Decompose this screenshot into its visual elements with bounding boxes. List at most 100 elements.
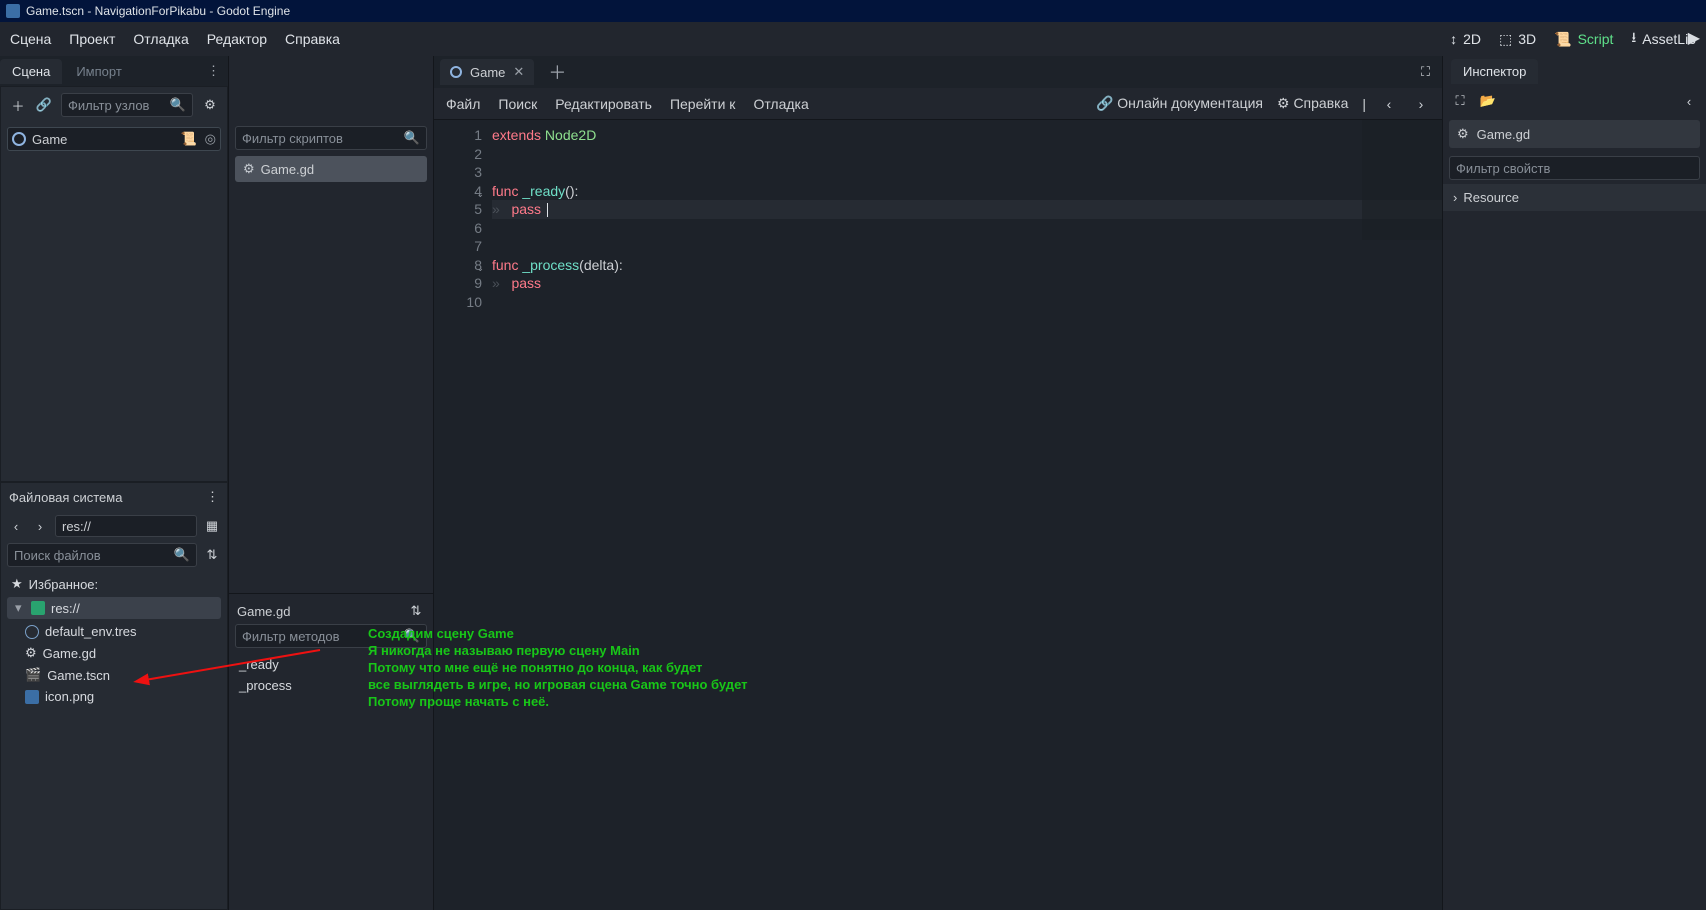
tab-scene[interactable]: Сцена: [0, 59, 62, 84]
script-list-item[interactable]: ⚙ Game.gd: [235, 156, 427, 182]
fullscreen-icon[interactable]: ⛶: [1421, 64, 1430, 80]
gear-icon: ⚙: [1277, 95, 1290, 111]
menu-help[interactable]: Справка: [285, 31, 340, 47]
cube-icon: ⬚: [1499, 31, 1512, 48]
nav-back-button[interactable]: ‹: [7, 517, 25, 535]
search-icon: 🔍: [174, 547, 190, 563]
filter-nodes-input[interactable]: Фильтр узлов 🔍: [61, 93, 193, 117]
workspace-3d[interactable]: ⬚3D: [1499, 31, 1536, 48]
open-icon[interactable]: 📂: [1479, 92, 1497, 110]
swap-icon: ↕: [1450, 31, 1457, 47]
sort-button[interactable]: ⇅: [203, 546, 221, 564]
node-label: Game: [32, 132, 67, 147]
expand-icon[interactable]: ⛶: [1451, 92, 1469, 110]
workspace-2d[interactable]: ↕2D: [1450, 31, 1481, 47]
history-back-button[interactable]: ‹: [1680, 92, 1698, 110]
filter-properties-placeholder: Фильтр свойств: [1456, 161, 1550, 176]
inspector-object[interactable]: ⚙ Game.gd: [1449, 120, 1700, 148]
gear-icon: ⚙: [243, 161, 255, 177]
code-editor[interactable]: 1234⌄5678⌄910 extends Node2Dfunc _ready(…: [434, 120, 1442, 910]
menu-project[interactable]: Проект: [69, 31, 115, 47]
menu-goto[interactable]: Перейти к: [670, 96, 736, 112]
menu-debug2[interactable]: Отладка: [753, 96, 808, 112]
node2d-icon: [450, 66, 462, 78]
scene-tab-game[interactable]: Game ✕: [440, 59, 534, 85]
file-icon-png[interactable]: icon.png: [3, 686, 225, 707]
menu-edit[interactable]: Редактировать: [555, 96, 652, 112]
visibility-icon[interactable]: ◎: [205, 131, 216, 147]
filter-methods-placeholder: Фильтр методов: [242, 629, 340, 644]
dock-menu-icon[interactable]: ⋮: [207, 63, 220, 79]
fs-menu-icon[interactable]: ⋮: [206, 489, 219, 505]
category-resource[interactable]: › Resource: [1443, 184, 1706, 211]
download-icon: ⭳: [1631, 27, 1636, 51]
node2d-icon: [12, 132, 26, 146]
menu-debug[interactable]: Отладка: [133, 31, 188, 47]
nav-fwd-button[interactable]: ›: [31, 517, 49, 535]
sort-methods-button[interactable]: ⇅: [407, 602, 425, 620]
res-root-row[interactable]: ▾ res://: [7, 597, 221, 619]
tab-import[interactable]: Импорт: [64, 59, 133, 84]
app-icon: [6, 4, 20, 18]
nav-fwd-button[interactable]: ›: [1412, 95, 1430, 113]
add-node-button[interactable]: ＋: [9, 96, 27, 114]
search-files-input[interactable]: Поиск файлов 🔍: [7, 543, 197, 567]
main-menubar: Сцена Проект Отладка Редактор Справка ↕2…: [0, 22, 1706, 56]
menu-file[interactable]: Файл: [446, 96, 480, 112]
menu-editor[interactable]: Редактор: [207, 31, 267, 47]
script-icon: 📜: [1554, 31, 1571, 48]
add-tab-button[interactable]: ＋: [542, 59, 572, 85]
help-button[interactable]: ⚙ Справка: [1277, 95, 1348, 112]
filter-methods-input[interactable]: Фильтр методов 🔍: [235, 624, 427, 648]
menu-search[interactable]: Поиск: [498, 96, 537, 112]
link-button[interactable]: 🔗: [35, 96, 53, 114]
folder-icon: [31, 601, 45, 615]
script-attached-icon[interactable]: 📜: [180, 131, 196, 147]
scene-tab-label: Game: [470, 65, 505, 80]
search-icon: 🔍: [404, 628, 420, 644]
method-process[interactable]: _process: [229, 675, 433, 696]
file-label: icon.png: [45, 689, 94, 704]
path-input[interactable]: res://: [55, 515, 197, 537]
favorites-row[interactable]: ★ Избранное:: [3, 573, 225, 595]
file-default-env[interactable]: default_env.tres: [3, 621, 225, 642]
window-title: Game.tscn - NavigationForPikabu - Godot …: [26, 4, 290, 18]
env-icon: [25, 625, 39, 639]
chevron-right-icon: ›: [1453, 190, 1457, 205]
inspector-object-label: Game.gd: [1477, 127, 1530, 142]
filter-scripts-input[interactable]: Фильтр скриптов 🔍: [235, 126, 427, 150]
star-icon: ★: [11, 576, 23, 592]
file-game-tscn[interactable]: 🎬 Game.tscn: [3, 664, 225, 686]
search-files-placeholder: Поиск файлов: [14, 548, 101, 563]
scene-dock-tabs: Сцена Импорт ⋮: [0, 56, 228, 86]
chevron-down-icon: ▾: [15, 600, 25, 616]
file-label: Game.tscn: [47, 668, 110, 683]
favorites-label: Избранное:: [29, 577, 99, 592]
close-icon[interactable]: ✕: [513, 64, 524, 80]
online-docs-button[interactable]: 🔗 Онлайн документация: [1096, 95, 1263, 112]
path-text: res://: [62, 519, 91, 534]
menu-scene[interactable]: Сцена: [10, 31, 51, 47]
nav-back-button[interactable]: ‹: [1380, 95, 1398, 113]
filesystem-title: Файловая система: [9, 490, 122, 505]
workspace-script[interactable]: 📜Script: [1554, 31, 1613, 48]
workspace-assetlib[interactable]: ⭳AssetLib: [1631, 27, 1696, 51]
tool-button[interactable]: ⚙: [201, 96, 219, 114]
link-icon: 🔗: [1096, 95, 1113, 111]
minimap[interactable]: [1362, 120, 1442, 240]
current-script-label: Game.gd: [237, 604, 399, 619]
play-button[interactable]: ▶: [1688, 28, 1700, 48]
scene-root-node[interactable]: Game 📜 ◎: [7, 127, 221, 151]
file-label: Game.gd: [43, 646, 96, 661]
scene-icon: 🎬: [25, 667, 41, 683]
image-icon: [25, 690, 39, 704]
method-ready[interactable]: _ready: [229, 654, 433, 675]
filter-nodes-placeholder: Фильтр узлов: [68, 98, 149, 113]
search-icon: 🔍: [170, 97, 186, 113]
tab-inspector[interactable]: Инспектор: [1451, 59, 1538, 84]
file-game-gd[interactable]: ⚙ Game.gd: [3, 642, 225, 664]
category-label: Resource: [1463, 190, 1519, 205]
search-icon: 🔍: [404, 130, 420, 146]
grid-view-button[interactable]: ▦: [203, 517, 221, 535]
filter-properties-input[interactable]: Фильтр свойств: [1449, 156, 1700, 180]
